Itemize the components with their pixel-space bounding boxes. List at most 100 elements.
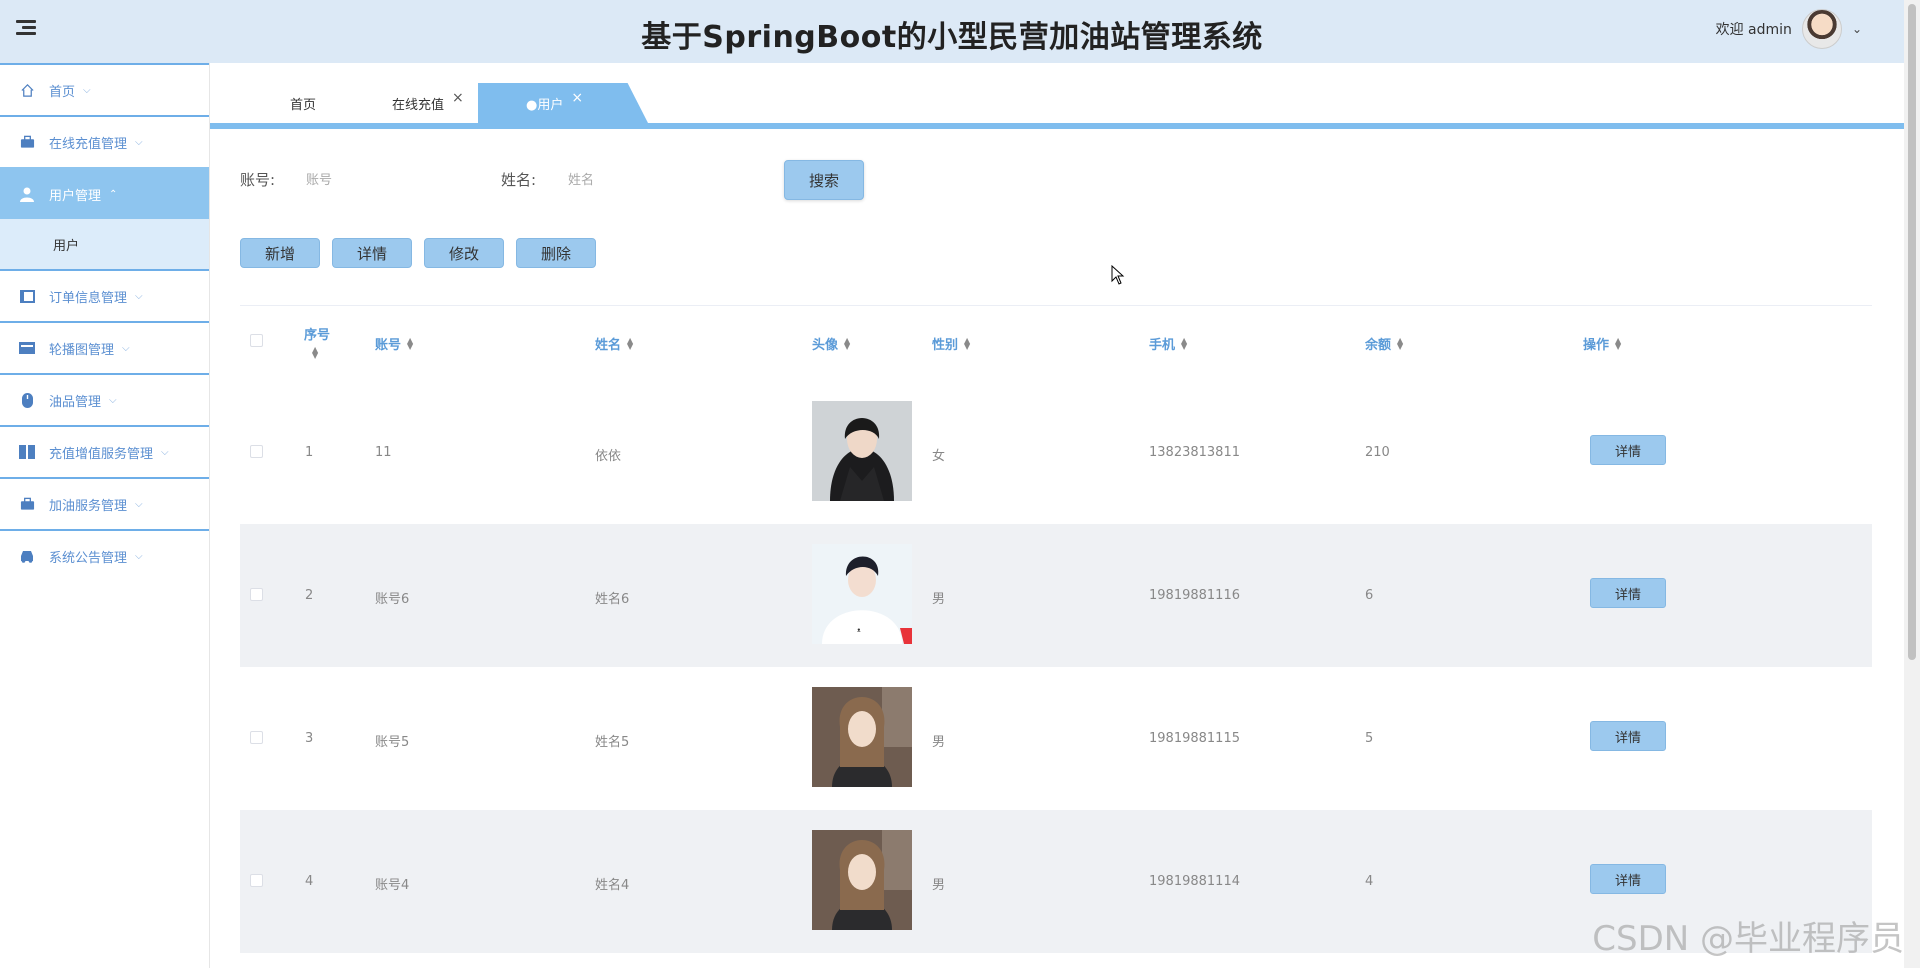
row-checkbox[interactable] [250,874,263,887]
sidebar-item-label: 在线充值管理 [49,136,128,152]
user-menu[interactable]: 欢迎 admin ⌄ [1716,9,1862,49]
table-row: 3 账号5 姓名5 男 19819881115 5 详情 [240,667,1872,810]
tab-recharge[interactable]: 在线充值 × [392,83,464,123]
sidebar: 首页 ⌵ 在线充值管理 ⌵ 用户管理 ⌃ 用户 订单信息管理 ⌵ 轮播图管理 ⌵… [0,63,210,968]
sidebar-item-orders[interactable]: 订单信息管理 ⌵ [0,269,209,321]
tab-home[interactable]: 首页 [290,83,316,123]
sidebar-item-label: 轮播图管理 [49,342,115,358]
search-button[interactable]: 搜索 [784,160,864,200]
column-label: 手机 [1149,338,1176,353]
account-search-input[interactable] [306,165,506,195]
watermark: CSDN @毕业程序员 [1592,919,1904,959]
cell-balance: 4 [1365,874,1374,889]
column-header-balance[interactable]: 余额 ▲ ▼ [1365,334,1403,353]
table-row: 1 11 依依 女 13823813811 210 详情 [240,381,1872,524]
column-header-phone[interactable]: 手机 ▲ ▼ [1149,334,1187,353]
column-label: 余额 [1365,338,1392,353]
sidebar-item-fuel[interactable]: 油品管理 ⌵ [0,373,209,425]
row-detail-button[interactable]: 详情 [1590,578,1666,608]
row-detail-button[interactable]: 详情 [1590,721,1666,751]
sidebar-item-value-added[interactable]: 充值增值服务管理 ⌵ [0,425,209,477]
column-header-gender[interactable]: 性别 ▲ ▼ [932,334,970,353]
sidebar-item-label: 系统公告管理 [49,550,128,566]
sidebar-item-home[interactable]: 首页 ⌵ [0,63,209,115]
scrollbar-thumb[interactable] [1908,4,1916,660]
sidebar-subitem-user[interactable]: 用户 [0,219,209,269]
svg-text:ᴥ: ᴥ [857,627,861,634]
row-checkbox[interactable] [250,445,263,458]
row-detail-button[interactable]: 详情 [1590,435,1666,465]
row-checkbox[interactable] [250,731,263,744]
sort-icon[interactable]: ▲ ▼ [1181,336,1187,350]
avatar[interactable] [1801,9,1842,49]
tab-user[interactable]: ●用户 × [478,83,648,123]
sort-icon[interactable]: ▲ ▼ [964,336,970,350]
table-header: 序号 ▲ ▼ 账号 ▲ ▼ 姓名 ▲ ▼ 头像 ▲ ▼ 性别 ▲ ▼ 手机 ▲ ▼ 余额 ▲ ▼ 操作 ▲ ▼ [240,306,1872,381]
edit-button[interactable]: 修改 [424,238,504,268]
chevron-down-icon: ⌵ [83,84,91,96]
car-icon [19,548,35,564]
sidebar-item-label: 加油服务管理 [49,498,128,514]
cell-name: 姓名6 [595,592,630,607]
column-label: 操作 [1583,338,1610,353]
briefcase-icon [19,496,35,512]
column-header-name[interactable]: 姓名 ▲ ▼ [595,334,633,353]
column-label: 账号 [375,338,402,353]
cell-phone: 13823813811 [1149,445,1240,460]
cell-phone: 19819881116 [1149,588,1240,603]
cell-index: 3 [305,731,314,746]
cell-gender: 男 [932,735,946,750]
avatar-photo [812,830,912,930]
column-label: 姓名 [595,338,622,353]
sort-icon[interactable]: ▲ ▼ [627,336,633,350]
cell-gender: 女 [932,449,946,464]
avatar-photo [812,401,912,501]
sort-icon[interactable]: ▲ ▼ [407,336,413,350]
cell-balance: 6 [1365,588,1374,603]
detail-button[interactable]: 详情 [332,238,412,268]
sidebar-item-carousel[interactable]: 轮播图管理 ⌵ [0,321,209,373]
tab-label: ●用户 [526,97,564,113]
chevron-down-icon: ⌵ [135,290,143,302]
sidebar-item-refuel-service[interactable]: 加油服务管理 ⌵ [0,477,209,529]
cell-account: 11 [375,445,392,460]
sort-icon[interactable]: ▲ ▼ [844,336,850,350]
columns-icon [19,444,35,460]
tab-bar: 首页 在线充值 × ●用户 × [210,63,1904,129]
chevron-down-icon: ⌵ [135,136,143,148]
vertical-scrollbar[interactable] [1904,0,1920,968]
chevron-down-icon: ⌵ [135,550,143,562]
sort-icon[interactable]: ▲ ▼ [312,346,318,360]
cell-name: 依依 [595,449,622,464]
close-icon[interactable]: × [571,90,583,106]
chevron-down-icon: ⌵ [161,446,169,458]
column-header-actions[interactable]: 操作 ▲ ▼ [1583,334,1621,353]
sort-icon[interactable]: ▲ ▼ [1397,336,1403,350]
column-label: 头像 [812,338,839,353]
column-header-account[interactable]: 账号 ▲ ▼ [375,334,413,353]
sidebar-item-label: 油品管理 [49,394,102,410]
chevron-down-icon[interactable]: ⌄ [1852,22,1862,36]
row-detail-button[interactable]: 详情 [1590,864,1666,894]
select-all-checkbox[interactable] [250,334,263,347]
row-checkbox[interactable] [250,588,263,601]
sidebar-item-recharge[interactable]: 在线充值管理 ⌵ [0,115,209,167]
delete-button[interactable]: 删除 [516,238,596,268]
book-icon [19,288,35,304]
column-header-index[interactable]: 序号 ▲ ▼ [304,324,331,360]
column-header-avatar[interactable]: 头像 ▲ ▼ [812,334,850,353]
user-icon [19,186,35,202]
column-label: 序号 [304,328,331,343]
sidebar-item-announcements[interactable]: 系统公告管理 ⌵ [0,529,209,581]
sidebar-item-label: 订单信息管理 [49,290,128,306]
sidebar-item-label: 充值增值服务管理 [49,446,154,462]
avatar-photo [812,687,912,787]
name-search-input[interactable] [568,165,768,195]
user-table: 序号 ▲ ▼ 账号 ▲ ▼ 姓名 ▲ ▼ 头像 ▲ ▼ 性别 ▲ ▼ 手机 ▲ ▼ 余额 ▲ ▼ 操作 ▲ ▼… [240,305,1872,968]
cell-index: 2 [305,588,314,603]
column-label: 性别 [932,338,959,353]
sort-icon[interactable]: ▲ ▼ [1615,336,1621,350]
close-icon[interactable]: × [452,90,464,106]
add-button[interactable]: 新增 [240,238,320,268]
sidebar-item-users[interactable]: 用户管理 ⌃ [0,167,209,219]
